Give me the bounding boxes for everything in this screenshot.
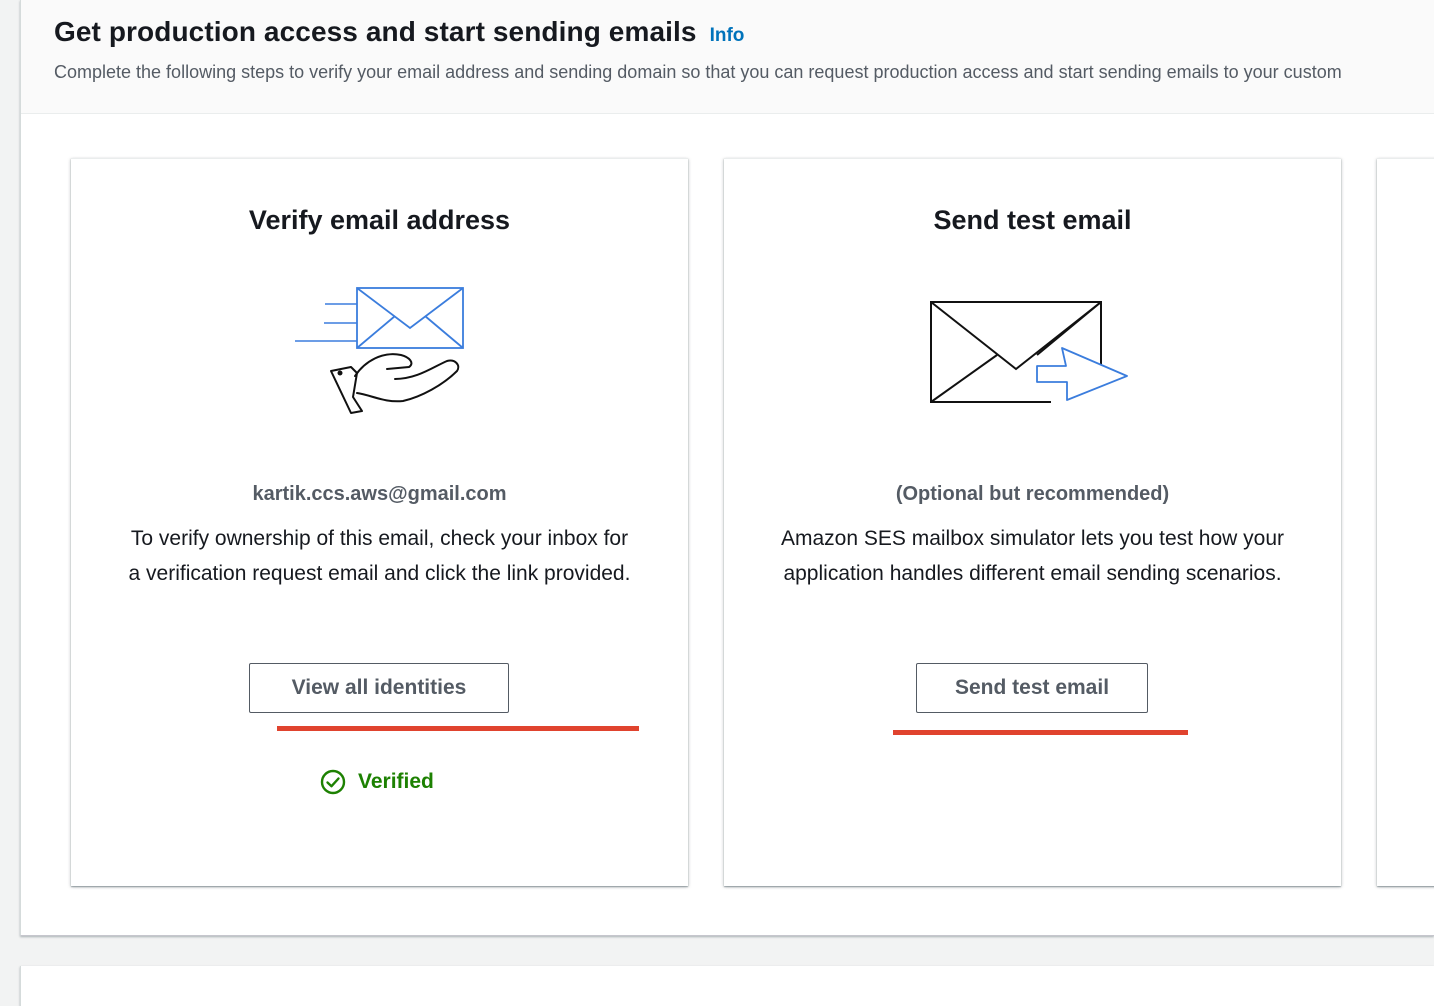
send-test-email-card: Send test email (Optional but recommende… — [724, 158, 1341, 886]
card-description: To verify ownership of this email, check… — [101, 521, 658, 591]
card-subtitle: (Optional but recommended) — [895, 483, 1170, 505]
header-title-row: Get production access and start sending … — [54, 16, 1434, 48]
annotation-underline — [893, 730, 1188, 735]
check-circle-icon — [320, 769, 346, 795]
status-indicator: Verified — [320, 769, 434, 795]
page-title: Get production access and start sending … — [54, 16, 697, 47]
card-description-line: Amazon SES mailbox simulator lets you te… — [780, 527, 1285, 550]
card-title: Send test email — [933, 205, 1132, 235]
verify-email-card: Verify email address kartik.ccs.aws@gmai… — [71, 158, 688, 886]
next-step-card — [1377, 158, 1434, 886]
email-hand-icon — [295, 287, 464, 414]
header-description: Complete the following steps to verify y… — [54, 62, 1342, 82]
left-gutter — [0, 0, 20, 1000]
annotation-underline — [277, 726, 639, 731]
card-description-line: application handles different email send… — [783, 562, 1282, 585]
send-test-email-button[interactable]: Send test email — [916, 663, 1148, 713]
view-all-identities-button[interactable]: View all identities — [249, 663, 509, 713]
envelope-arrow-icon — [930, 301, 1128, 403]
card-description-line: To verify ownership of this email, check… — [130, 527, 629, 550]
next-container — [20, 966, 1434, 1006]
card-title: Verify email address — [248, 205, 511, 235]
card-description: Amazon SES mailbox simulator lets you te… — [754, 521, 1311, 591]
verified-email-address: kartik.ccs.aws@gmail.com — [252, 483, 507, 505]
status-label: Verified — [358, 770, 434, 793]
card-description-line: a verification request email and click t… — [128, 562, 631, 585]
info-link[interactable]: Info — [710, 25, 745, 47]
getting-started-container: Get production access and start sending … — [20, 0, 1434, 936]
container-header: Get production access and start sending … — [21, 0, 1434, 114]
